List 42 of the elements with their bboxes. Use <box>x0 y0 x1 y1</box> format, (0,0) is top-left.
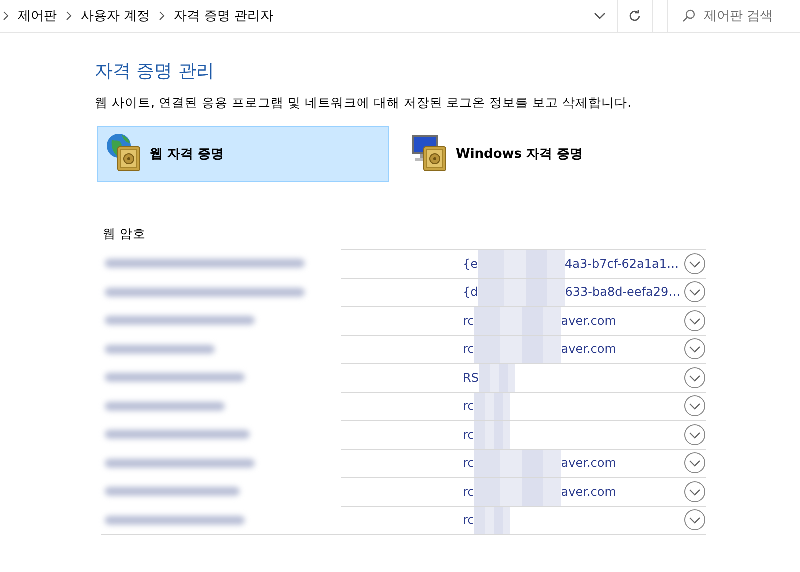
credential-user: RS <box>463 370 479 385</box>
expand-chevron-icon[interactable] <box>684 480 706 503</box>
pixelated-redaction <box>474 392 510 420</box>
dropdown-chevron-icon[interactable] <box>594 12 606 20</box>
expand-chevron-icon[interactable] <box>684 509 706 532</box>
credential-user: rc <box>463 399 474 414</box>
expand-chevron-icon[interactable] <box>684 452 706 474</box>
breadcrumb-item[interactable]: 사용자 계정 <box>81 7 150 25</box>
search-field[interactable]: 제어판 검색 <box>704 8 788 24</box>
search-icon <box>682 9 696 23</box>
credential-user: rc <box>463 484 474 499</box>
breadcrumb-item[interactable]: 자격 증명 관리자 <box>174 7 274 25</box>
chevron-right-icon <box>158 11 166 21</box>
credential-user: rc <box>463 342 474 356</box>
credential-user: rc <box>463 456 474 470</box>
credential-tab[interactable]: Windows 자격 증명 <box>403 126 695 182</box>
credential-user: aver.com <box>561 314 616 328</box>
credential-user: aver.com <box>561 484 616 499</box>
expand-chevron-icon[interactable] <box>684 424 706 446</box>
breadcrumb-item[interactable]: 제어판 <box>18 7 57 25</box>
page-title: 자격 증명 관리 <box>95 60 216 83</box>
credential-user: aver.com <box>561 456 616 470</box>
expand-chevron-icon[interactable] <box>684 310 706 332</box>
credential-user: rc <box>463 513 474 528</box>
refresh-icon[interactable] <box>628 9 642 23</box>
expand-chevron-icon[interactable] <box>684 366 706 389</box>
credential-tab[interactable]: 웹 자격 증명 <box>97 126 389 182</box>
credential-user: 4a3-b7cf-62a1a1… <box>565 256 679 271</box>
expand-chevron-icon[interactable] <box>684 252 706 275</box>
page-description: 웹 사이트, 연결된 응용 프로그램 및 네트워크에 대해 저장된 로그온 정보를 보고 삭제합니다. <box>95 95 633 112</box>
expand-chevron-icon[interactable] <box>684 338 706 360</box>
chevron-right-icon <box>2 11 10 21</box>
credential-user: aver.com <box>561 342 616 356</box>
credential-user: {e <box>463 256 478 271</box>
credential-user: 633-ba8d-eefa29… <box>565 285 681 300</box>
expand-chevron-icon[interactable] <box>684 395 706 418</box>
credential-user: rc <box>463 428 474 442</box>
expand-chevron-icon[interactable] <box>684 281 706 304</box>
credential-user: rc <box>463 314 474 328</box>
credential-user: {d <box>463 285 478 300</box>
section-heading: 웹 암호 <box>103 226 147 243</box>
chevron-right-icon <box>65 11 73 21</box>
